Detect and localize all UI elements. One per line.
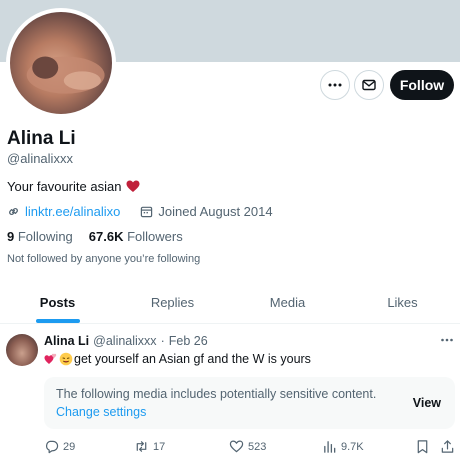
sensitive-content-box: The following media includes potentially…: [44, 377, 455, 429]
more-icon: [441, 338, 453, 342]
tab-replies[interactable]: Replies: [115, 282, 230, 323]
heart-emoji-icon: [126, 180, 140, 192]
followers-count: 67.6K: [88, 229, 124, 244]
profile-tabs: Posts Replies Media Likes: [0, 282, 460, 324]
followers-label: Followers: [127, 229, 183, 244]
share-icon: [441, 440, 454, 453]
repost-button[interactable]: 17: [134, 439, 165, 454]
post-header: Alina Li @alinalixxx · Feb 26: [44, 334, 208, 348]
like-button[interactable]: 523: [229, 439, 266, 454]
profile-stats: 9 Following 67.6K Followers: [7, 229, 183, 244]
link-icon: [9, 208, 18, 215]
post-author-name[interactable]: Alina Li: [44, 334, 89, 348]
bookmark-icon: [417, 440, 428, 454]
tab-likes[interactable]: Likes: [345, 282, 460, 323]
change-settings-link[interactable]: Change settings: [56, 405, 146, 419]
reply-count: 29: [63, 440, 76, 453]
message-button[interactable]: [354, 70, 384, 100]
sensitive-notice: The following media includes potentially…: [56, 387, 377, 401]
followers-link[interactable]: 67.6K Followers: [89, 229, 183, 244]
like-count: 523: [248, 440, 267, 453]
views-button[interactable]: 9.7K: [322, 439, 364, 454]
bookmark-button[interactable]: [415, 439, 430, 454]
post-author-handle[interactable]: @alinalixxx: [93, 334, 156, 348]
like-icon: [229, 440, 244, 453]
profile-handle: @alinalixxx: [7, 151, 73, 166]
avatar-photo: [26, 56, 105, 94]
joined-date: Joined August 2014: [158, 204, 273, 219]
profile-meta: linktr.ee/alinalixo Joined August 2014: [7, 204, 273, 219]
post[interactable]: Alina Li @alinalixxx · Feb 26 get yourse…: [0, 325, 460, 460]
following-count: 9: [7, 229, 15, 244]
reply-button[interactable]: 29: [44, 439, 75, 454]
mail-icon: [362, 79, 376, 91]
profile-link[interactable]: linktr.ee/alinalixo: [25, 204, 120, 219]
post-date[interactable]: Feb 26: [169, 334, 208, 348]
following-link[interactable]: 9 Following: [7, 229, 73, 244]
tab-posts[interactable]: Posts: [0, 282, 115, 323]
not-followed-note: Not followed by anyone you’re following: [7, 253, 201, 265]
post-avatar[interactable]: [6, 334, 38, 366]
post-dot: ·: [160, 334, 165, 348]
following-label: Following: [17, 229, 73, 244]
repost-icon: [136, 441, 147, 452]
views-icon: [324, 441, 336, 453]
view-button[interactable]: View: [413, 396, 441, 410]
post-text: get yourself an Asian gf and the W is yo…: [74, 352, 311, 366]
profile-avatar[interactable]: [6, 8, 116, 118]
post-text-row: get yourself an Asian gf and the W is yo…: [44, 352, 311, 366]
repost-count: 17: [153, 440, 166, 453]
share-button[interactable]: [440, 439, 455, 454]
profile-bio: Your favourite asian: [7, 179, 140, 194]
more-options-button[interactable]: [320, 70, 350, 100]
post-more-icon[interactable]: [440, 333, 454, 350]
tab-media[interactable]: Media: [230, 282, 345, 323]
post-actions: 29 17 523 9.7K: [44, 439, 460, 457]
reply-icon: [45, 440, 59, 454]
more-icon: [328, 83, 342, 87]
bio-text: Your favourite asian: [7, 179, 122, 194]
follow-button[interactable]: Follow: [390, 70, 454, 100]
two-hearts-emoji-icon: [44, 353, 57, 364]
views-count: 9.7K: [341, 440, 364, 453]
calendar-icon: [141, 206, 153, 218]
smirk-emoji-icon: [59, 352, 73, 366]
profile-name: Alina Li: [7, 128, 76, 149]
